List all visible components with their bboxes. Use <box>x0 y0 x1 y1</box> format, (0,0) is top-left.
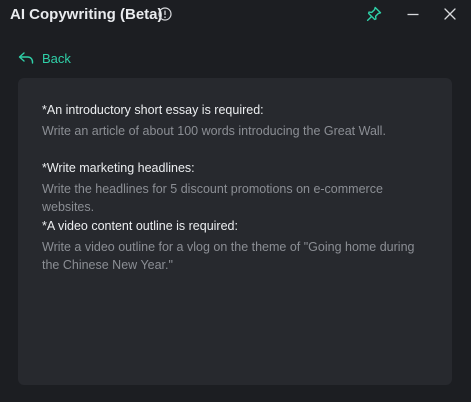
prompt-example-essay[interactable]: *An introductory short essay is required… <box>42 102 434 140</box>
pin-icon[interactable] <box>365 5 383 23</box>
back-label: Back <box>42 50 71 66</box>
back-arrow-icon <box>18 52 34 64</box>
prompt-description: Write an article of about 100 words intr… <box>42 124 386 138</box>
prompt-description: Write the headlines for 5 discount promo… <box>42 182 383 214</box>
prompt-example-video-outline[interactable]: *A video content outline is required: Wr… <box>42 218 434 274</box>
prompt-description: Write a video outline for a vlog on the … <box>42 240 415 272</box>
prompt-example-headlines[interactable]: *Write marketing headlines: Write the he… <box>42 160 434 216</box>
prompt-title: *An introductory short essay is required… <box>42 103 264 117</box>
prompt-title: *A video content outline is required: <box>42 219 238 233</box>
back-button[interactable]: Back <box>18 49 71 67</box>
window-title: AI Copywriting (Beta) <box>10 6 163 23</box>
ai-copywriting-window: AI Copywriting (Beta) Back *An introduct… <box>0 0 471 402</box>
close-icon[interactable] <box>441 5 459 23</box>
minimize-icon[interactable] <box>404 5 422 23</box>
prompt-examples-panel: *An introductory short essay is required… <box>18 78 452 385</box>
info-circle-icon[interactable] <box>158 7 172 21</box>
title-bar: AI Copywriting (Beta) <box>0 0 471 32</box>
prompt-title: *Write marketing headlines: <box>42 161 195 175</box>
